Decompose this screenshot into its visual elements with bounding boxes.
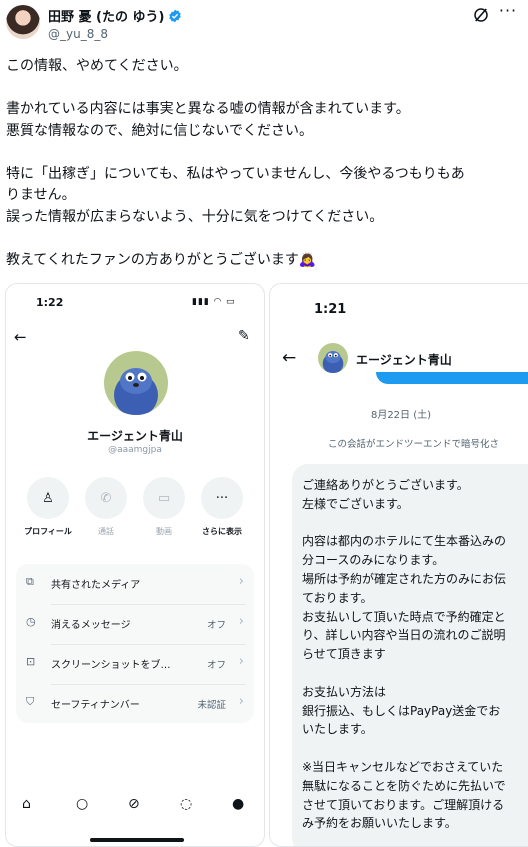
message-line: 左様でございます。 [302, 496, 409, 511]
phone-icon: ✆ [85, 477, 127, 519]
author-handle[interactable]: @_yu_8_8 [48, 27, 108, 41]
blue-creature-image [322, 350, 344, 373]
action-more: ··· さらに表示 [194, 477, 250, 537]
action-label: 動画 [156, 527, 172, 536]
chat-date: 8月22日 (土) [370, 410, 432, 421]
media-image-profile-screenshot[interactable]: 1:22 ▮▮▮ ◠ ▭ ← ✎ エージェント青山 @aaamgjpa ♙ プロ… [5, 283, 265, 847]
post-line: 誤った情報が広まらないよう、十分に気をつけてください。 [6, 208, 384, 225]
shield-icon: ⛉ [26, 695, 35, 708]
chat-avatar [318, 343, 348, 373]
settings-label: セーフティナンバー [51, 700, 140, 711]
profile-handle: @aaamgjpa [108, 445, 162, 455]
chevron-right-icon: › [238, 574, 244, 589]
home-icon: ⌂ [22, 796, 31, 812]
post-line: りません。 [6, 187, 76, 203]
message-line: り、詳しい内容や当日の流れのご説明 [302, 628, 506, 643]
back-arrow-icon: ← [282, 348, 297, 368]
message-line [302, 664, 528, 683]
screenshot-icon: ⊡ [26, 655, 36, 668]
search-icon: ○ [76, 796, 89, 812]
home-indicator [90, 838, 184, 842]
blue-creature-image [114, 368, 158, 415]
status-time: 1:22 [36, 296, 64, 309]
post-line: 書かれている内容には事実と異なる嘘の情報が含まれています。 [6, 101, 410, 117]
edit-pencil-icon: ✎ [238, 328, 250, 344]
post-line [6, 78, 526, 100]
status-time: 1:21 [314, 302, 347, 317]
message-line [302, 739, 528, 758]
media-image-chat-screenshot[interactable]: 1:21 ← エージェント青山 8月22日 (土) この会話がエンドツーエンドで… [269, 283, 528, 847]
post-line: 特に「出稼ぎ」についても、私はやっていませんし、今後やるつもりもあ [6, 165, 465, 182]
settings-value: 未認証 [197, 700, 226, 711]
message-line: み予約をお願いいたします。 [302, 816, 457, 831]
settings-label: スクリーンショットをブ… [51, 660, 171, 671]
message-line: お支払いして頂いた時点で予約確定と [302, 609, 506, 624]
settings-row: ⛉ セーフティナンバー 未認証 › [16, 684, 254, 723]
message-line: 分コースのみになります。 [302, 553, 445, 568]
chevron-right-icon: › [238, 614, 244, 629]
action-video: ▭ 動画 [136, 477, 192, 537]
action-profile: ♙ プロフィール [20, 477, 76, 537]
grok-icon[interactable] [472, 6, 490, 24]
e2e-notice: この会話がエンドツーエンドで暗号化さ [328, 439, 500, 450]
message-line: 無駄になることを防ぐために先払いで [302, 778, 506, 793]
post-line [6, 142, 526, 164]
back-arrow-icon: ← [14, 328, 27, 346]
verified-badge-icon [169, 9, 182, 22]
person-icon: ♙ [27, 477, 69, 519]
message-line: ご連絡ありがとうございます。 [302, 478, 469, 492]
action-label: 通話 [98, 527, 114, 536]
settings-value: オフ [206, 620, 226, 631]
chevron-right-icon: › [238, 654, 244, 669]
video-icon: ▭ [143, 477, 185, 519]
chevron-right-icon: › [238, 694, 244, 709]
message-line [302, 514, 528, 533]
action-label: プロフィール [24, 527, 72, 536]
post-line: 悪質な情報なので、絶対に信じないでください。 [6, 122, 314, 139]
settings-row: ⧉ 共有されたメディア › [16, 564, 254, 603]
message-line: ※当日キャンセルなどでおさえていた [302, 759, 504, 774]
post-line: この情報、やめてください。 [6, 58, 188, 74]
media-icon: ⧉ [26, 575, 34, 588]
grok-icon: ⊘ [128, 796, 140, 812]
status-bar-icons: ▮▮▮ ◠ ▭ [192, 297, 236, 307]
timer-icon: ◷ [26, 615, 36, 628]
message-line: ております。 [302, 590, 373, 605]
post-header: 田野 憂 (たの ゆう) @_yu_8_8 ··· [0, 0, 528, 48]
more-options-icon[interactable]: ··· [498, 3, 518, 22]
author-name-row[interactable]: 田野 憂 (たの ゆう) [48, 6, 182, 25]
post-line: 教えてくれたファンの方ありがとうございます🙇‍♀️ [6, 251, 317, 268]
settings-row: ⊡ スクリーンショットをブ… オフ › [16, 644, 254, 683]
author-avatar[interactable] [6, 5, 40, 39]
message-line: させて頂いております。ご理解頂ける [302, 797, 505, 812]
message-line: らせて頂きます [302, 647, 386, 662]
bell-icon: ◌ [180, 796, 193, 812]
more-icon: ··· [201, 477, 243, 519]
action-call: ✆ 通話 [78, 477, 134, 537]
settings-label: 共有されたメディア [51, 580, 141, 591]
message-line: お支払い方法は [302, 684, 387, 699]
post-text: この情報、やめてください。 書かれている内容には事実と異なる嘘の情報が含まれてい… [6, 56, 526, 271]
author-display-name[interactable]: 田野 憂 (たの ゆう) [48, 6, 164, 25]
post-media: 1:22 ▮▮▮ ◠ ▭ ← ✎ エージェント青山 @aaamgjpa ♙ プロ… [5, 283, 528, 847]
action-label: さらに表示 [202, 527, 242, 536]
settings-value: オフ [206, 660, 226, 671]
settings-label: 消えるメッセージ [51, 620, 131, 631]
message-line: 内容は都内のホテルにて生本番込みの [302, 534, 507, 549]
profile-picture [104, 351, 168, 415]
sent-message-bubble [376, 372, 528, 384]
message-line: いたします。 [302, 722, 373, 737]
profile-name: エージェント青山 [87, 429, 183, 443]
message-line: 場所は予約が確定された方のみにお伝 [302, 571, 507, 586]
messages-icon: ● [232, 796, 245, 812]
post-line [6, 228, 526, 250]
chat-title: エージェント青山 [356, 353, 452, 367]
settings-row: ◷ 消えるメッセージ オフ › [16, 604, 254, 643]
app-tab-bar: ⌂ ○ ⊘ ◌ ● [6, 796, 264, 820]
message-line: 銀行振込、もしくはPayPay送金でお [302, 703, 501, 718]
settings-list: ⧉ 共有されたメディア › ◷ 消えるメッセージ オフ › ⊡ スクリーンショッ… [16, 564, 254, 723]
received-message-bubble: ご連絡ありがとうございます。 左様でございます。 内容は都内のホテルにて生本番込… [292, 464, 528, 846]
